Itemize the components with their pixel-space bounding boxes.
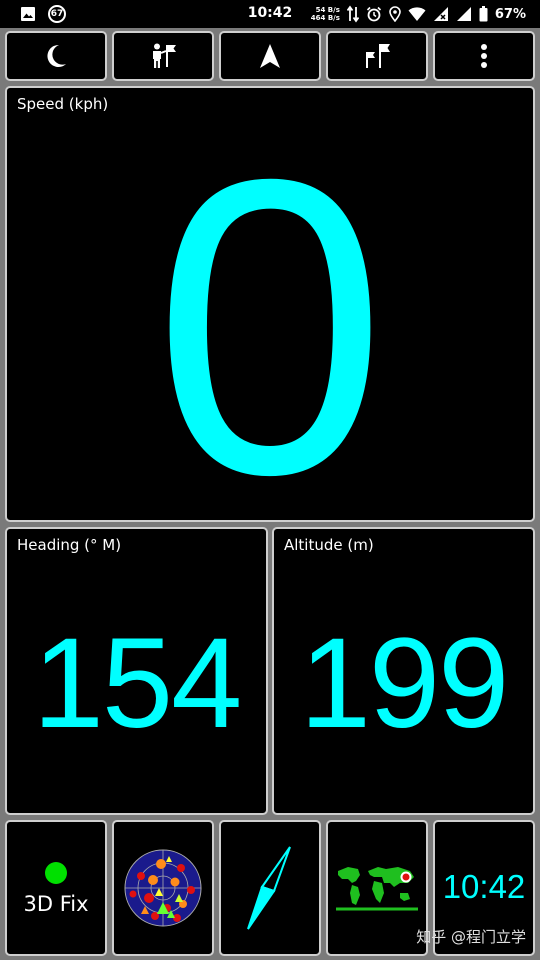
top-toolbar bbox=[5, 31, 535, 81]
heading-panel[interactable]: Heading (° M) 154 bbox=[5, 527, 268, 815]
battery-icon bbox=[479, 6, 488, 22]
altitude-value: 199 bbox=[299, 612, 510, 755]
gps-fix-icon bbox=[45, 862, 67, 884]
alarm-icon bbox=[366, 6, 381, 22]
flags-button[interactable] bbox=[326, 31, 428, 81]
watermark: 知乎 @程门立学 bbox=[416, 928, 526, 946]
status-bar: 67 10:42 54 B/s 464 B/s 67% bbox=[0, 0, 540, 28]
heading-value: 154 bbox=[32, 612, 243, 755]
navigate-button[interactable] bbox=[219, 31, 321, 81]
map-button[interactable] bbox=[326, 820, 428, 956]
more-vert-icon bbox=[481, 44, 487, 68]
speed-panel[interactable]: Speed (kph) 0 bbox=[5, 86, 535, 522]
moon-icon bbox=[47, 44, 66, 67]
compass-button[interactable] bbox=[219, 820, 321, 956]
satellite-view-button[interactable] bbox=[112, 820, 214, 956]
gps-fix-label: 3D Fix bbox=[23, 892, 89, 916]
wifi-icon bbox=[408, 7, 426, 21]
rate-up: 54 B/s bbox=[315, 6, 340, 14]
clock-value: 10:42 bbox=[442, 868, 526, 905]
world-map-icon bbox=[336, 867, 418, 911]
navigation-arrow-icon bbox=[260, 44, 280, 68]
speed-value: 0 bbox=[153, 93, 387, 522]
network-rate: 54 B/s 464 B/s bbox=[311, 6, 340, 22]
compass-icon bbox=[247, 846, 291, 930]
more-options-button[interactable] bbox=[433, 31, 535, 81]
night-mode-button[interactable] bbox=[5, 31, 107, 81]
rate-down: 464 B/s bbox=[310, 14, 340, 22]
heading-label: Heading (° M) bbox=[17, 536, 122, 554]
altitude-label: Altitude (m) bbox=[284, 536, 374, 554]
data-transfer-icon bbox=[346, 5, 359, 23]
location-icon bbox=[389, 6, 401, 22]
satellite-sky-icon bbox=[124, 849, 202, 927]
signal-icon bbox=[456, 7, 471, 21]
flag-icon bbox=[366, 44, 390, 68]
speed-label: Speed (kph) bbox=[17, 95, 109, 113]
gps-fix-button[interactable]: 3D Fix bbox=[5, 820, 107, 956]
battery-percent: 67% bbox=[494, 6, 526, 22]
signal-icon bbox=[433, 7, 448, 21]
waypoint-button[interactable] bbox=[112, 31, 214, 81]
person-flag-icon bbox=[153, 43, 176, 68]
altitude-panel[interactable]: Altitude (m) 199 bbox=[272, 527, 535, 815]
